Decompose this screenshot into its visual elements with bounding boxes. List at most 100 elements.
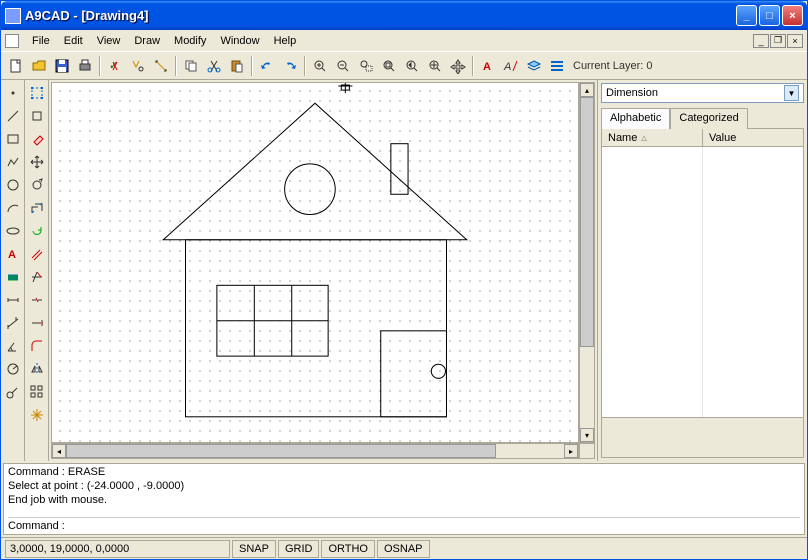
mdi-close-button[interactable]: × (787, 34, 803, 48)
standard-toolbar: ✓ A A Current Layer: 0 (1, 52, 807, 80)
object-type-dropdown[interactable]: Dimension ▼ (601, 83, 804, 103)
property-description (602, 417, 803, 457)
properties-icon[interactable] (546, 55, 568, 77)
close-button[interactable]: × (782, 5, 803, 26)
property-grid[interactable]: Name △ Value (601, 128, 804, 458)
spellcheck-icon[interactable]: ✓ (104, 55, 126, 77)
svg-text:A: A (503, 61, 511, 73)
paste-icon[interactable] (226, 55, 248, 77)
print-icon[interactable] (74, 55, 96, 77)
col-value: Value (709, 132, 736, 144)
rectangle-icon[interactable] (2, 128, 24, 150)
hatch-icon[interactable] (2, 266, 24, 288)
mirror-icon[interactable] (26, 358, 48, 380)
redo-icon[interactable] (279, 55, 301, 77)
arc-icon[interactable] (2, 197, 24, 219)
scale-icon[interactable] (26, 197, 48, 219)
app-icon (5, 8, 21, 24)
copy-icon[interactable] (180, 55, 202, 77)
cut-icon[interactable] (203, 55, 225, 77)
menu-view[interactable]: View (90, 33, 128, 49)
scroll-right-icon: ▸ (564, 444, 578, 458)
sort-asc-icon: △ (641, 134, 646, 142)
extend-icon[interactable] (26, 312, 48, 334)
undo-icon[interactable] (256, 55, 278, 77)
save-icon[interactable] (51, 55, 73, 77)
menubar: File Edit View Draw Modify Window Help _… (1, 30, 807, 52)
maximize-button[interactable]: □ (759, 5, 780, 26)
dim-linear-icon[interactable] (2, 289, 24, 311)
array-icon[interactable] (26, 381, 48, 403)
menu-file[interactable]: File (25, 33, 57, 49)
window-title: A9CAD - [Drawing4] (25, 8, 736, 23)
text-icon[interactable]: A (2, 243, 24, 265)
menu-draw[interactable]: Draw (127, 33, 167, 49)
dim-radius-icon[interactable] (2, 358, 24, 380)
circle-icon[interactable] (2, 174, 24, 196)
ellipse-icon[interactable] (2, 220, 24, 242)
titlebar: A9CAD - [Drawing4] _ □ × (1, 1, 807, 30)
rotate-icon[interactable] (26, 174, 48, 196)
open-icon[interactable] (28, 55, 50, 77)
zoom-extents-icon[interactable] (378, 55, 400, 77)
mdi-restore-button[interactable]: ❐ (770, 34, 786, 48)
point-icon[interactable] (2, 82, 24, 104)
pan-icon[interactable] (447, 55, 469, 77)
menu-window[interactable]: Window (213, 33, 266, 49)
line-icon[interactable] (2, 105, 24, 127)
col-name: Name (608, 132, 637, 144)
vertical-scrollbar[interactable]: ▴ ▾ (579, 82, 595, 443)
leader-icon[interactable] (2, 381, 24, 403)
erase-icon[interactable] (26, 128, 48, 150)
draw-toolbar: A (1, 80, 25, 461)
menu-modify[interactable]: Modify (167, 33, 213, 49)
grid-toggle[interactable]: GRID (278, 540, 320, 558)
zoom-prev-icon[interactable] (401, 55, 423, 77)
distance-icon[interactable] (150, 55, 172, 77)
dim-style-icon[interactable]: A (500, 55, 522, 77)
scroll-up-icon: ▴ (580, 83, 594, 97)
snap-toggle[interactable]: SNAP (232, 540, 276, 558)
trim-icon[interactable] (26, 266, 48, 288)
move-rect-icon[interactable] (26, 105, 48, 127)
menu-help[interactable]: Help (267, 33, 304, 49)
tab-alphabetic[interactable]: Alphabetic (601, 108, 670, 129)
status-coords: 3,0000, 19,0000, 0,0000 (5, 540, 230, 558)
menu-edit[interactable]: Edit (57, 33, 90, 49)
zoom-realtime-icon[interactable] (424, 55, 446, 77)
polyline-icon[interactable] (2, 151, 24, 173)
fillet-icon[interactable] (26, 335, 48, 357)
scroll-left-icon: ◂ (52, 444, 66, 458)
drawing-canvas[interactable] (51, 82, 579, 443)
mdi-doc-icon (5, 34, 19, 48)
chevron-down-icon[interactable]: ▼ (784, 85, 799, 101)
dim-angular-icon[interactable] (2, 335, 24, 357)
select-region-icon[interactable] (26, 82, 48, 104)
tab-categorized[interactable]: Categorized (670, 108, 747, 129)
zoom-out-icon[interactable] (332, 55, 354, 77)
zoom-in-icon[interactable] (309, 55, 331, 77)
osnap-toggle[interactable]: OSNAP (377, 540, 430, 558)
dim-aligned-icon[interactable] (2, 312, 24, 334)
ortho-toggle[interactable]: ORTHO (321, 540, 375, 558)
scroll-down-icon: ▾ (580, 428, 594, 442)
layer-icon[interactable] (523, 55, 545, 77)
new-icon[interactable] (5, 55, 27, 77)
svg-text:✓: ✓ (109, 60, 118, 72)
minimize-button[interactable]: _ (736, 5, 757, 26)
command-log: Command : ERASE Select at point : (-24.0… (8, 466, 800, 517)
explode-icon[interactable] (26, 404, 48, 426)
svg-text:A: A (483, 61, 491, 73)
current-layer-label: Current Layer: 0 (573, 60, 652, 72)
text-style-icon[interactable]: A (477, 55, 499, 77)
refresh-icon[interactable] (26, 220, 48, 242)
break-icon[interactable] (26, 289, 48, 311)
offset-icon[interactable] (26, 243, 48, 265)
find-icon[interactable] (127, 55, 149, 77)
move-icon[interactable] (26, 151, 48, 173)
zoom-window-icon[interactable] (355, 55, 377, 77)
horizontal-scrollbar[interactable]: ◂ ▸ (51, 443, 579, 459)
mdi-minimize-button[interactable]: _ (753, 34, 769, 48)
command-input[interactable]: Command : (8, 517, 800, 532)
properties-panel: Dimension ▼ Alphabetic Categorized Name △… (597, 80, 807, 461)
